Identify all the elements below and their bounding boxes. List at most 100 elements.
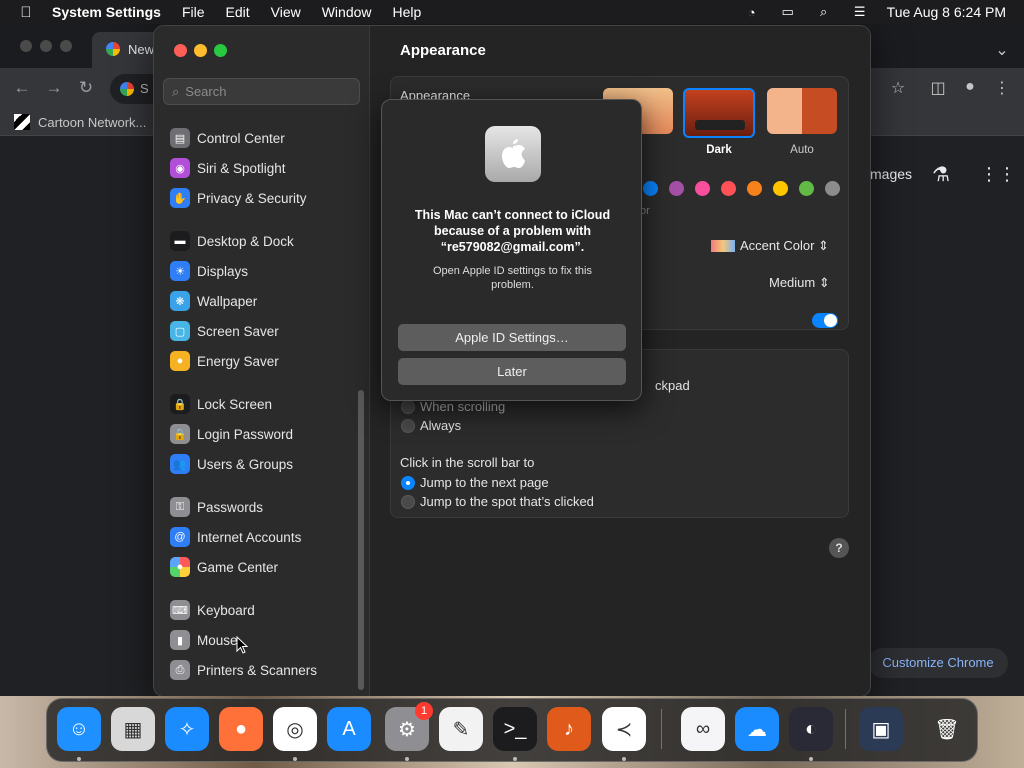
launchpad-glyph: ▦ bbox=[123, 718, 143, 741]
wallpaper-tinting-toggle[interactable] bbox=[812, 313, 838, 328]
alert-heading: This Mac can’t connect to iCloud because… bbox=[414, 208, 611, 254]
sidebar-item-desktop-dock[interactable]: ▬ Desktop & Dock bbox=[170, 230, 294, 252]
sidebar-item-siri-spotlight[interactable]: ◉ Siri & Spotlight bbox=[170, 157, 286, 179]
minimize-button[interactable] bbox=[194, 44, 207, 57]
forward-arrow-icon[interactable]: → bbox=[44, 78, 64, 98]
sidebar-item-game-center[interactable]: ● Game Center bbox=[170, 556, 278, 578]
finder-icon[interactable]: ☺ bbox=[57, 707, 101, 751]
sidebar-item-energy-saver[interactable]: ● Energy Saver bbox=[170, 350, 279, 372]
sidebar-item-passwords[interactable]: ⚿ Passwords bbox=[170, 496, 263, 518]
garageband-glyph: ♪ bbox=[564, 717, 574, 740]
trash-icon[interactable]: 🗑 bbox=[925, 707, 969, 751]
sidebar-item-printers-scanners[interactable]: ⎙ Printers & Scanners bbox=[170, 659, 317, 681]
sidebar-item-keyboard[interactable]: ⌨ Keyboard bbox=[170, 599, 255, 621]
terminal-icon[interactable]: >_ bbox=[493, 707, 537, 751]
chrome-close-button[interactable] bbox=[20, 40, 32, 52]
sidebar-item-users-groups[interactable]: 👥 Users & Groups bbox=[170, 453, 293, 475]
help-button[interactable]: ? bbox=[829, 538, 849, 558]
app-store-icon[interactable]: A bbox=[327, 707, 371, 751]
vscode-icon[interactable]: ≺ bbox=[602, 707, 646, 751]
sidebar-item-internet-accounts[interactable]: @ Internet Accounts bbox=[170, 526, 301, 548]
sidebar-icon-size-popup[interactable]: Medium ⇕ bbox=[769, 275, 830, 291]
control-center-icon[interactable]: ☰ bbox=[851, 4, 869, 20]
system-settings-glyph: ⚙ bbox=[398, 718, 416, 741]
zoom-button[interactable] bbox=[214, 44, 227, 57]
accent-color-popup[interactable]: Accent Color ⇕ bbox=[740, 238, 829, 254]
spotlight-search-icon[interactable]: ⌕ bbox=[815, 4, 833, 20]
radio-always[interactable] bbox=[401, 419, 415, 433]
sidebar-item-privacy-security[interactable]: ✋ Privacy & Security bbox=[170, 187, 307, 209]
sidebar-item-lock-screen[interactable]: 🔒 Lock Screen bbox=[170, 393, 272, 415]
accent-color-dot-5[interactable] bbox=[747, 181, 762, 196]
menu-app-name[interactable]: System Settings bbox=[52, 4, 161, 20]
google-images-link[interactable]: mages bbox=[870, 166, 912, 182]
sidebar-item-wallpaper[interactable]: ❋ Wallpaper bbox=[170, 290, 257, 312]
icloud-icon[interactable]: ☁ bbox=[735, 707, 779, 751]
settings-search[interactable]: ⌕ bbox=[163, 78, 360, 105]
obs-icon[interactable]: ◐ bbox=[789, 707, 833, 751]
menu-help[interactable]: Help bbox=[393, 4, 422, 20]
downloads-icon[interactable]: ▣ bbox=[859, 707, 903, 751]
radio-jump-to-spot[interactable] bbox=[401, 495, 415, 509]
labs-flask-icon[interactable]: ⚗ bbox=[932, 162, 950, 187]
sidebar-item-login-password[interactable]: 🔒 Login Password bbox=[170, 423, 293, 445]
later-button[interactable]: Later bbox=[398, 358, 626, 385]
radio-when-scrolling[interactable] bbox=[401, 400, 415, 414]
bookmark-cartoon-network[interactable]: Cartoon Network... bbox=[14, 114, 146, 130]
status-activity-icon[interactable]: ◔ bbox=[743, 4, 761, 20]
textedit-icon[interactable]: ✎ bbox=[439, 707, 483, 751]
safari-icon[interactable]: ✧ bbox=[165, 707, 209, 751]
search-input[interactable] bbox=[185, 84, 346, 99]
close-button[interactable] bbox=[174, 44, 187, 57]
menu-edit[interactable]: Edit bbox=[226, 4, 250, 20]
running-indicator bbox=[513, 757, 517, 761]
reload-icon[interactable]: ↻ bbox=[76, 78, 96, 98]
chrome-zoom-button[interactable] bbox=[60, 40, 72, 52]
dock: ☺ ▦ ✧ ● ◎ A ⚙ 1 ✎ >_ ♪ ≺ ∞ ☁ ◐ ▣ 🗑 bbox=[46, 698, 978, 762]
visual-studio-icon[interactable]: ∞ bbox=[681, 707, 725, 751]
chrome-minimize-button[interactable] bbox=[40, 40, 52, 52]
dark-mode-thumbnail[interactable] bbox=[683, 88, 755, 138]
finder-glyph: ☺ bbox=[68, 717, 90, 740]
radio-jump-next-page[interactable] bbox=[401, 476, 415, 490]
accent-color-dot-1[interactable] bbox=[643, 181, 658, 196]
sidebar-item-label: Login Password bbox=[197, 426, 294, 442]
bookmark-star-icon[interactable]: ☆ bbox=[888, 78, 908, 98]
customize-chrome-button[interactable]: Customize Chrome bbox=[868, 648, 1008, 678]
menu-clock[interactable]: Tue Aug 8 6:24 PM bbox=[887, 4, 1006, 20]
auto-mode-thumbnail[interactable] bbox=[767, 88, 837, 134]
accent-color-dot-6[interactable] bbox=[773, 181, 788, 196]
when-scrolling-label: When scrolling bbox=[420, 399, 506, 414]
chrome-icon[interactable]: ◎ bbox=[273, 707, 317, 751]
menu-file[interactable]: File bbox=[182, 4, 205, 20]
menu-view[interactable]: View bbox=[271, 4, 301, 20]
garageband-icon[interactable]: ♪ bbox=[547, 707, 591, 751]
accent-color-dot-4[interactable] bbox=[721, 181, 736, 196]
back-arrow-icon[interactable]: ← bbox=[12, 78, 32, 98]
chrome-menu-icon[interactable]: ⋮ bbox=[992, 78, 1012, 98]
profile-icon[interactable]: ● bbox=[960, 78, 980, 98]
apple-id-settings-button[interactable]: Apple ID Settings… bbox=[398, 324, 626, 351]
firefox-icon[interactable]: ● bbox=[219, 707, 263, 751]
sidebar-item-displays[interactable]: ☀ Displays bbox=[170, 260, 248, 282]
sidebar-item-control-center[interactable]: ▤ Control Center bbox=[170, 127, 285, 149]
accent-color-dot-7[interactable] bbox=[799, 181, 814, 196]
highlight-color-swatch bbox=[711, 240, 735, 252]
running-indicator bbox=[809, 757, 813, 761]
accent-color-dot-2[interactable] bbox=[669, 181, 684, 196]
accent-color-dot-3[interactable] bbox=[695, 181, 710, 196]
page-title: Appearance bbox=[400, 42, 486, 59]
side-panel-icon[interactable]: ◫ bbox=[928, 78, 948, 98]
google-apps-icon[interactable]: ⋮⋮⋮ bbox=[980, 164, 1024, 185]
launchpad-icon[interactable]: ▦ bbox=[111, 707, 155, 751]
sidebar-scrollbar[interactable] bbox=[358, 390, 364, 690]
accent-color-dot-8[interactable] bbox=[825, 181, 840, 196]
screen-mirroring-icon[interactable]: ▭ bbox=[779, 4, 797, 20]
system-settings-icon[interactable]: ⚙ 1 bbox=[385, 702, 433, 751]
sidebar-item-mouse[interactable]: ▮ Mouse bbox=[170, 629, 238, 651]
running-indicator bbox=[405, 757, 409, 761]
sidebar-item-screen-saver[interactable]: ▢ Screen Saver bbox=[170, 320, 279, 342]
apple-menu-icon[interactable]:  bbox=[0, 4, 52, 21]
tab-search-chevron-icon[interactable]: ⌄ bbox=[992, 40, 1012, 60]
menu-window[interactable]: Window bbox=[322, 4, 372, 20]
